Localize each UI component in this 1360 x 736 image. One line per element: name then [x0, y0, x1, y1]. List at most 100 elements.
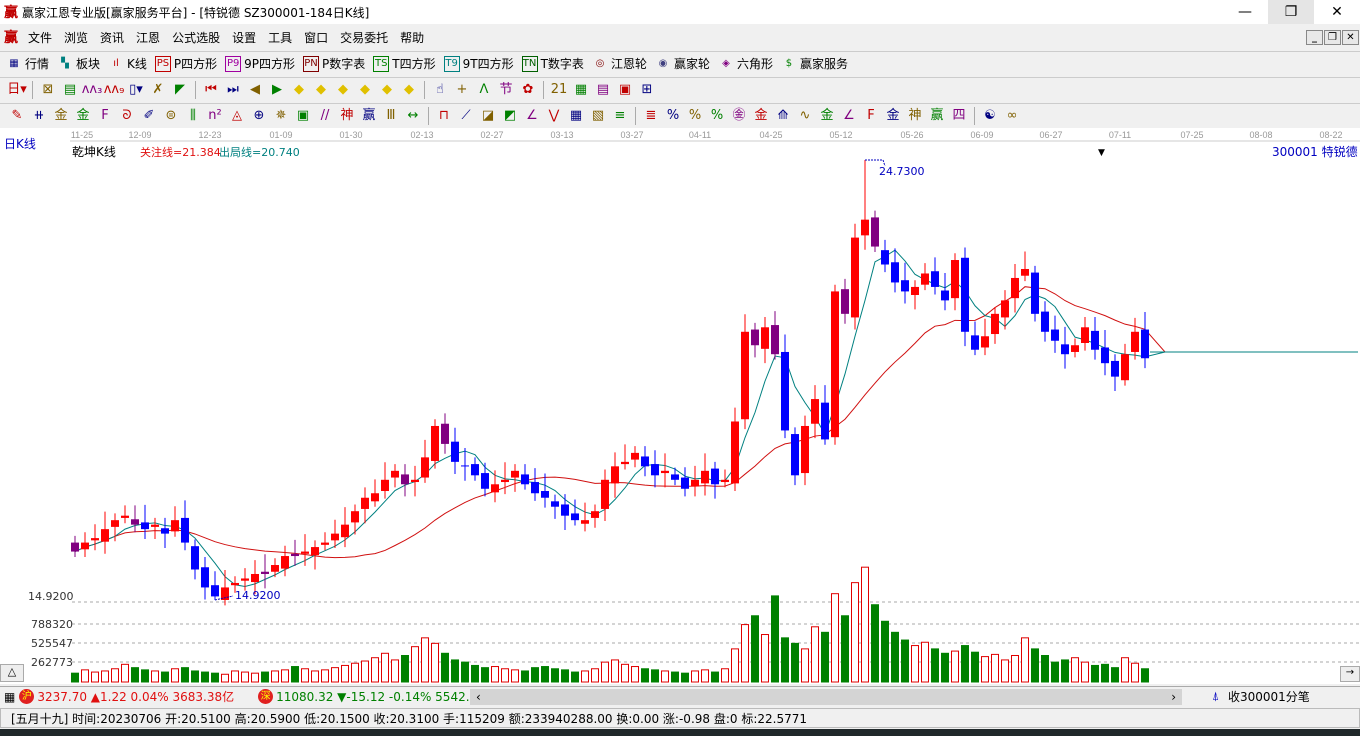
scroll-right-button[interactable]: → — [1340, 666, 1360, 682]
mdi-minimize-button[interactable]: _ — [1306, 30, 1323, 45]
web-icon[interactable]: ✵ — [270, 106, 292, 126]
vshrink-diamond-icon[interactable]: ◆ — [376, 80, 398, 100]
app-menu-icon[interactable]: 赢 — [4, 27, 18, 47]
kline-button[interactable]: ıl K线 — [108, 55, 147, 72]
tn-button[interactable]: TN T数字表 — [521, 55, 584, 72]
ts-button[interactable]: TS T四方形 — [373, 55, 436, 72]
restore-button[interactable]: ❐ — [1268, 0, 1314, 24]
box-icon[interactable]: ⊓ — [433, 106, 455, 126]
circle-grid-icon[interactable]: ⊜ — [160, 106, 182, 126]
menu-item[interactable]: 窗口 — [298, 29, 334, 46]
fan-pen-icon[interactable]: ✐ — [138, 106, 160, 126]
ying-icon[interactable]: 赢 — [358, 106, 380, 126]
report-icon[interactable]: ▤ — [592, 80, 614, 100]
kline-chart[interactable]: 11-25 12-09 12-23 01-09 01-30 02-13 02-27 03-13… — [0, 128, 1360, 684]
yin-yang-icon[interactable]: ☯ — [979, 106, 1001, 126]
parallel-icon[interactable]: // — [314, 106, 336, 126]
menu-item[interactable]: 设置 — [226, 29, 262, 46]
zigzag-icon[interactable]: ⋁ — [543, 106, 565, 126]
angle-f-icon[interactable]: F — [860, 106, 882, 126]
angle-icon[interactable]: ∠ — [521, 106, 543, 126]
mdi-close-button[interactable]: ✕ — [1342, 30, 1359, 45]
bars-icon[interactable]: ≣ — [640, 106, 662, 126]
angle-four-icon[interactable]: 四 — [948, 106, 970, 126]
last-icon[interactable]: ⏭ — [222, 80, 244, 100]
line-draw-icon[interactable]: ᐱ — [473, 80, 495, 100]
pen-icon[interactable]: ✎ — [6, 106, 28, 126]
menu-item[interactable]: 工具 — [262, 29, 298, 46]
gold-box-icon[interactable]: 金 — [816, 106, 838, 126]
left-diamond-icon[interactable]: ◆ — [288, 80, 310, 100]
crosshair-icon[interactable]: + — [451, 80, 473, 100]
vexpand-diamond-icon[interactable]: ◆ — [398, 80, 420, 100]
square-target-icon[interactable]: ▣ — [292, 106, 314, 126]
calendar-icon[interactable]: ▦ — [4, 690, 15, 704]
n2-icon[interactable]: n² — [204, 106, 226, 126]
fan-red-icon[interactable]: ⟋ — [455, 106, 477, 126]
hand-icon[interactable]: ☝ — [429, 80, 451, 100]
mdi-restore-button[interactable]: ❐ — [1324, 30, 1341, 45]
first-icon[interactable]: ⏮ — [200, 80, 222, 100]
shanghai-index[interactable]: 3237.70 ▲1.22 0.04% 3683.38亿 — [37, 688, 234, 705]
comb-icon[interactable]: Ⅲ — [380, 106, 402, 126]
lines-h-icon[interactable]: ⧺ — [28, 106, 50, 126]
angle-j-icon[interactable]: ∠ — [838, 106, 860, 126]
angle-gold-icon[interactable]: 金 — [882, 106, 904, 126]
right-diamond-icon[interactable]: ◆ — [310, 80, 332, 100]
shenzhen-index[interactable]: 11080.32 ▼-15.12 -0.14% 5542.38 — [276, 690, 476, 704]
menu-item[interactable]: 交易委托 — [334, 29, 394, 46]
gold-circle-icon[interactable]: ㊎ — [728, 106, 750, 126]
calculator-icon[interactable]: ▦ — [570, 80, 592, 100]
dropdown-marker-icon[interactable]: ▼ — [1098, 148, 1105, 158]
shen-icon[interactable]: 神 — [336, 106, 358, 126]
notes-icon[interactable]: ▤ — [59, 80, 81, 100]
scroll-left-icon[interactable]: ‹ — [476, 690, 481, 704]
triangle-icon[interactable]: ◬ — [226, 106, 248, 126]
menu-item[interactable]: 帮助 — [394, 29, 430, 46]
calendar-icon[interactable]: 21 — [548, 80, 570, 100]
gann-wheel-button[interactable]: ◎ 江恩轮 — [592, 55, 647, 72]
pn-button[interactable]: PN P数字表 — [303, 55, 365, 72]
next-icon[interactable]: ▶ — [266, 80, 288, 100]
target-icon[interactable]: ⊕ — [248, 106, 270, 126]
menu-item[interactable]: 浏览 — [58, 29, 94, 46]
box-fan-icon[interactable]: ◩ — [499, 106, 521, 126]
dollar-button[interactable]: $ 赢家服务 — [781, 55, 848, 72]
festival-icon[interactable]: 节 — [495, 80, 517, 100]
multi-lines-icon[interactable]: ≡ — [609, 106, 631, 126]
network-icon[interactable]: ⊞ — [636, 80, 658, 100]
menu-item[interactable]: 文件 — [22, 29, 58, 46]
minimize-button[interactable]: — — [1222, 0, 1268, 24]
angle-ying-icon[interactable]: 赢 — [926, 106, 948, 126]
toggle-panel-button[interactable]: △ — [0, 664, 24, 682]
grid-diag-icon[interactable]: ▧ — [587, 106, 609, 126]
pattern-icon[interactable]: ⊠ — [37, 80, 59, 100]
candle-select-icon[interactable]: ▯▾ — [125, 80, 147, 100]
ps-button[interactable]: PS P四方形 — [154, 55, 217, 72]
prev-icon[interactable]: ◀ — [244, 80, 266, 100]
wave3-icon[interactable]: ʌʌ₃ — [81, 80, 103, 100]
period-select-icon[interactable]: 日▾ — [6, 80, 28, 100]
shrink-diamond-icon[interactable]: ◆ — [354, 80, 376, 100]
lines-v-icon[interactable]: ⫼ — [182, 106, 204, 126]
gold-lines-icon[interactable]: 金 — [750, 106, 772, 126]
ticker-scrollbar[interactable]: ‹ › — [470, 688, 1182, 705]
spiral-icon[interactable]: ᘐ — [116, 106, 138, 126]
p9-button[interactable]: P9 9P四方形 — [225, 55, 295, 72]
pct-red-icon[interactable]: % — [662, 106, 684, 126]
chart-alt-icon[interactable]: ✿ — [517, 80, 539, 100]
blocks-button[interactable]: ▚ 板块 — [57, 55, 100, 72]
spectrum-icon[interactable]: ◤ — [169, 80, 191, 100]
wave9-icon[interactable]: ʌʌ₉ — [103, 80, 125, 100]
mark-icon[interactable]: ✗ — [147, 80, 169, 100]
close-button[interactable]: ✕ — [1314, 0, 1360, 24]
box-arc-icon[interactable]: ◪ — [477, 106, 499, 126]
expand-diamond-icon[interactable]: ◆ — [332, 80, 354, 100]
menu-item[interactable]: 资讯 — [94, 29, 130, 46]
fan-tool-icon[interactable]: ⟰ — [772, 106, 794, 126]
save-icon[interactable]: ▣ — [614, 80, 636, 100]
t9-button[interactable]: T9 9T四方形 — [443, 55, 514, 72]
grid-red-icon[interactable]: ▦ — [565, 106, 587, 126]
scroll-right-icon[interactable]: › — [1171, 690, 1176, 704]
wave-box-icon[interactable]: ∿ — [794, 106, 816, 126]
